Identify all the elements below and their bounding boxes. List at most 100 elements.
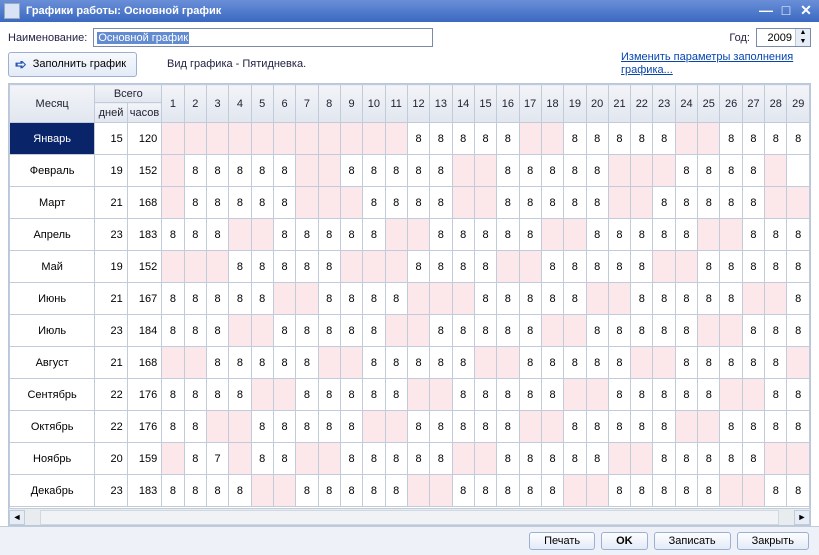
day-cell[interactable]: 8 (474, 411, 496, 443)
day-cell[interactable]: 8 (229, 475, 251, 507)
day-cell[interactable]: 8 (363, 347, 385, 379)
day-cell[interactable]: 8 (430, 123, 452, 155)
day-cell[interactable]: 8 (698, 251, 720, 283)
day-cell[interactable]: 8 (675, 475, 697, 507)
day-cell[interactable]: 8 (385, 187, 407, 219)
day-cell[interactable] (720, 379, 742, 411)
day-cell[interactable]: 8 (564, 187, 586, 219)
day-cell[interactable]: 8 (519, 283, 541, 315)
day-cell[interactable] (251, 379, 273, 411)
minimize-button[interactable]: — (757, 3, 775, 19)
day-cell[interactable] (608, 283, 630, 315)
day-cell[interactable] (229, 123, 251, 155)
day-cell[interactable]: 8 (206, 347, 228, 379)
ok-button[interactable]: OK (601, 532, 648, 550)
day-cell[interactable] (564, 379, 586, 411)
day-cell[interactable]: 8 (787, 219, 810, 251)
day-cell[interactable]: 8 (430, 315, 452, 347)
day-cell[interactable]: 8 (229, 347, 251, 379)
day-cell[interactable]: 8 (519, 443, 541, 475)
day-cell[interactable] (452, 187, 474, 219)
day-cell[interactable]: 8 (608, 475, 630, 507)
month-row[interactable]: Май191528888888888888888888 (10, 251, 810, 283)
day-cell[interactable]: 8 (273, 251, 295, 283)
day-cell[interactable] (229, 443, 251, 475)
month-row[interactable]: Апрель23183888888888888888888888 (10, 219, 810, 251)
change-params-link[interactable]: Изменить параметры заполнения графика... (621, 51, 811, 77)
day-cell[interactable]: 8 (787, 411, 810, 443)
day-cell[interactable]: 8 (184, 187, 206, 219)
day-cell[interactable]: 8 (653, 411, 675, 443)
day-cell[interactable]: 8 (474, 283, 496, 315)
day-cell[interactable]: 8 (765, 219, 787, 251)
day-cell[interactable]: 8 (452, 123, 474, 155)
day-cell[interactable]: 8 (519, 155, 541, 187)
day-cell[interactable] (787, 443, 810, 475)
day-cell[interactable]: 8 (497, 315, 519, 347)
day-cell[interactable]: 8 (452, 411, 474, 443)
day-cell[interactable] (452, 443, 474, 475)
day-cell[interactable]: 8 (363, 155, 385, 187)
day-cell[interactable]: 8 (653, 283, 675, 315)
day-cell[interactable] (318, 155, 340, 187)
day-cell[interactable]: 8 (296, 475, 318, 507)
day-cell[interactable]: 8 (541, 443, 563, 475)
day-cell[interactable]: 8 (497, 123, 519, 155)
month-cell[interactable]: Июнь (10, 283, 95, 315)
day-cell[interactable]: 8 (162, 475, 184, 507)
day-cell[interactable] (229, 219, 251, 251)
day-cell[interactable]: 8 (251, 251, 273, 283)
day-cell[interactable]: 8 (407, 411, 429, 443)
day-cell[interactable]: 8 (318, 379, 340, 411)
day-cell[interactable]: 8 (720, 411, 742, 443)
day-cell[interactable]: 8 (720, 155, 742, 187)
day-cell[interactable] (251, 219, 273, 251)
day-cell[interactable]: 8 (564, 123, 586, 155)
day-cell[interactable]: 8 (787, 379, 810, 411)
day-cell[interactable]: 8 (765, 315, 787, 347)
day-cell[interactable]: 8 (296, 411, 318, 443)
day-cell[interactable]: 8 (162, 379, 184, 411)
day-cell[interactable]: 8 (698, 187, 720, 219)
day-cell[interactable] (273, 475, 295, 507)
day-cell[interactable]: 8 (251, 347, 273, 379)
day-cell[interactable]: 8 (720, 347, 742, 379)
day-cell[interactable]: 8 (631, 251, 653, 283)
month-row[interactable]: Ноябрь201598788888888888888888 (10, 443, 810, 475)
day-cell[interactable]: 8 (765, 379, 787, 411)
day-cell[interactable] (340, 251, 362, 283)
day-cell[interactable] (541, 315, 563, 347)
day-cell[interactable]: 8 (608, 251, 630, 283)
day-cell[interactable]: 8 (430, 251, 452, 283)
day-cell[interactable] (653, 347, 675, 379)
day-cell[interactable]: 8 (541, 283, 563, 315)
day-cell[interactable]: 8 (430, 443, 452, 475)
day-cell[interactable] (564, 219, 586, 251)
day-cell[interactable]: 7 (206, 443, 228, 475)
day-cell[interactable]: 8 (385, 475, 407, 507)
day-cell[interactable]: 8 (720, 187, 742, 219)
day-cell[interactable] (586, 283, 608, 315)
day-cell[interactable]: 8 (340, 411, 362, 443)
month-row[interactable]: Февраль191528888888888888888888 (10, 155, 810, 187)
day-cell[interactable]: 8 (519, 347, 541, 379)
day-cell[interactable]: 8 (251, 283, 273, 315)
day-cell[interactable]: 8 (184, 219, 206, 251)
day-cell[interactable] (541, 219, 563, 251)
day-cell[interactable]: 8 (385, 155, 407, 187)
scroll-right-button[interactable]: ► (794, 510, 810, 525)
day-cell[interactable] (296, 123, 318, 155)
day-cell[interactable] (519, 251, 541, 283)
day-cell[interactable] (787, 187, 810, 219)
day-cell[interactable] (675, 123, 697, 155)
day-cell[interactable]: 8 (698, 155, 720, 187)
day-cell[interactable]: 8 (206, 219, 228, 251)
day-cell[interactable] (162, 443, 184, 475)
day-cell[interactable] (363, 251, 385, 283)
day-cell[interactable]: 8 (407, 123, 429, 155)
month-cell[interactable]: Июль (10, 315, 95, 347)
day-cell[interactable] (698, 411, 720, 443)
day-cell[interactable] (608, 187, 630, 219)
day-cell[interactable]: 8 (497, 411, 519, 443)
day-cell[interactable] (407, 379, 429, 411)
